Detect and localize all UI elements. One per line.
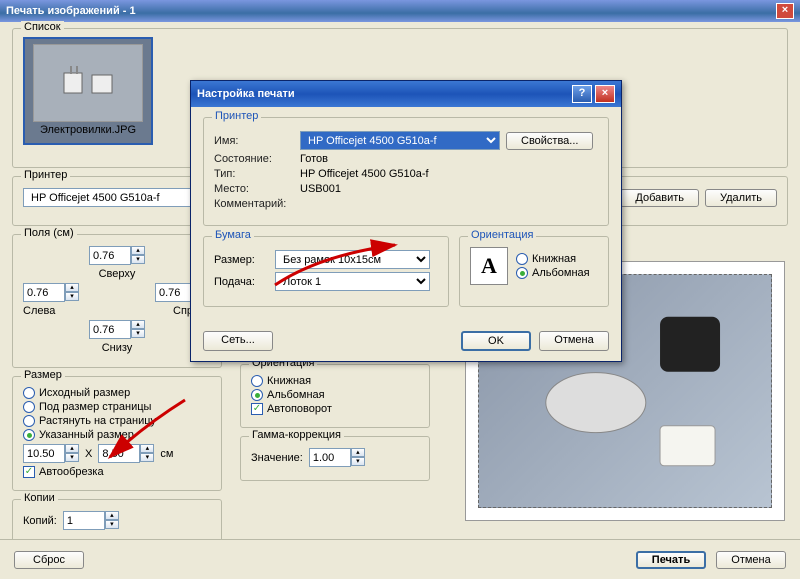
printer-select[interactable]: HP Officejet 4500 G510a-f	[23, 188, 213, 207]
copies-input[interactable]: ▴▾	[63, 511, 119, 530]
orientation-icon: A	[470, 247, 508, 285]
list-label: Список	[21, 21, 64, 33]
window-title: Печать изображений - 1	[6, 5, 136, 17]
ok-button[interactable]: OK	[461, 331, 531, 351]
portrait-radio[interactable]: Книжная	[251, 375, 419, 387]
help-icon[interactable]: ?	[572, 85, 592, 103]
thumb-image	[33, 44, 143, 122]
plug-icon	[58, 63, 118, 103]
dialog-cancel-button[interactable]: Отмена	[539, 331, 609, 351]
margin-bottom-input[interactable]: ▴▾	[89, 320, 145, 339]
margin-top-input[interactable]: ▴▾	[89, 246, 145, 265]
properties-button[interactable]: Свойства...	[506, 132, 593, 150]
thumb-caption: Электровилки.JPG	[25, 124, 151, 136]
landscape-radio[interactable]: Альбомная	[251, 389, 419, 401]
dialog-title: Настройка печати	[197, 88, 295, 100]
dialog-printer-group: Принтер Имя: HP Officejet 4500 G510a-f С…	[203, 117, 609, 226]
dialog-printer-select[interactable]: HP Officejet 4500 G510a-f	[300, 131, 500, 150]
thumbnail[interactable]: Электровилки.JPG	[23, 37, 153, 145]
annotation-arrow-icon	[270, 225, 410, 298]
bottom-bar: Сброс Печать Отмена	[0, 539, 800, 579]
remove-button[interactable]: Удалить	[705, 189, 777, 207]
size-label: Размер	[21, 369, 65, 381]
copies-group: Копии Копий: ▴▾	[12, 499, 222, 544]
reset-button[interactable]: Сброс	[14, 551, 84, 569]
window-titlebar: Печать изображений - 1 ×	[0, 0, 800, 22]
gamma-group: Гамма-коррекция Значение: ▴▾	[240, 436, 430, 481]
dialog-titlebar: Настройка печати ? ×	[191, 81, 621, 107]
printer-label: Принтер	[21, 169, 70, 181]
print-button[interactable]: Печать	[636, 551, 706, 569]
orientation-group: Ориентация Книжная Альбомная Автоповорот	[240, 364, 430, 428]
close-icon[interactable]: ×	[776, 3, 794, 19]
print-setup-dialog: Настройка печати ? × Принтер Имя: HP Off…	[190, 80, 622, 362]
dialog-portrait-radio[interactable]: Книжная	[516, 253, 590, 265]
gamma-input[interactable]: ▴▾	[309, 448, 365, 467]
dialog-close-icon[interactable]: ×	[595, 85, 615, 103]
add-button[interactable]: Добавить	[620, 189, 699, 207]
autorotate-check[interactable]: Автоповорот	[251, 403, 419, 415]
dialog-orientation-group: Ориентация A Книжная Альбомная	[459, 236, 609, 307]
dialog-landscape-radio[interactable]: Альбомная	[516, 267, 590, 279]
width-input[interactable]: ▴▾	[23, 444, 79, 463]
margin-left-input[interactable]: ▴▾	[23, 283, 79, 302]
network-button[interactable]: Сеть...	[203, 331, 273, 351]
annotation-arrow-icon	[95, 395, 195, 468]
margins-label: Поля (см)	[21, 227, 77, 239]
cancel-button[interactable]: Отмена	[716, 551, 786, 569]
